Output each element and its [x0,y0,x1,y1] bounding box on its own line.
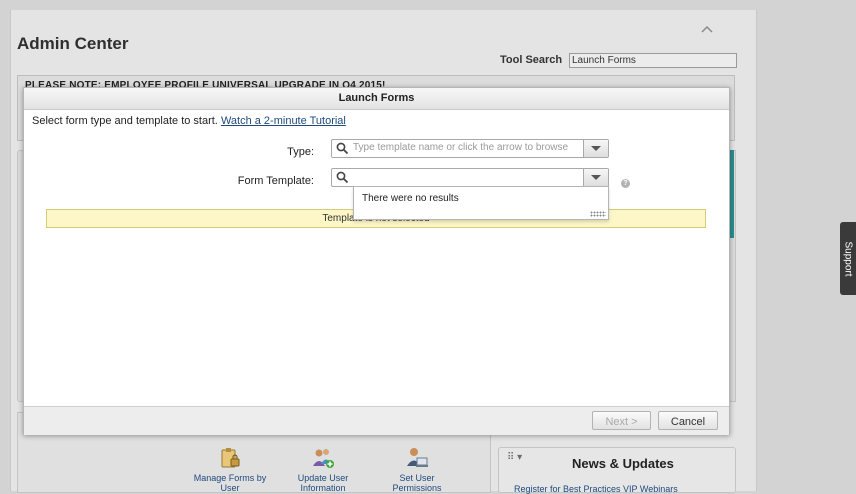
quick-action-label: Manage Forms by User [193,473,267,493]
dialog-footer: Next > Cancel [24,406,729,435]
user-computer-icon [407,448,428,467]
type-dropdown-arrow-icon[interactable] [583,140,608,157]
search-icon [336,171,349,184]
type-combobox[interactable]: Type template name or click the arrow to… [331,139,609,158]
resize-grip-icon[interactable] [590,211,606,217]
dialog-title: Launch Forms [24,88,729,110]
template-dropdown-arrow-icon[interactable] [583,169,608,186]
quick-action-update-user[interactable]: Update User Information [280,446,366,493]
chevron-up-icon[interactable] [700,22,714,36]
launch-forms-dialog: Launch Forms Select form type and templa… [23,87,730,435]
tool-search-label: Tool Search [500,54,563,66]
type-placeholder: Type template name or click the arrow to… [353,142,569,153]
clipboard-lock-icon [221,448,240,468]
news-title: News & Updates [572,456,674,471]
quick-action-label: Update User Information [297,473,349,493]
quick-action-set-permissions[interactable]: Set User Permissions [374,446,460,493]
no-results-message: There were no results [362,193,459,204]
users-add-icon [313,449,334,468]
quick-action-label: Set User Permissions [392,473,442,493]
tool-search-input[interactable] [569,53,737,68]
type-label: Type: [287,146,314,158]
search-icon [336,142,349,155]
cancel-button[interactable]: Cancel [658,411,718,430]
page-title: Admin Center [17,34,129,53]
news-link[interactable]: Register for Best Practices VIP Webinars [514,484,678,494]
form-template-combobox[interactable] [331,168,609,187]
tutorial-link[interactable]: Watch a 2-minute Tutorial [221,115,346,127]
help-icon[interactable]: ? [621,179,630,188]
support-tab-label: Support [842,240,854,277]
quick-action-manage-forms[interactable]: Manage Forms by User [187,446,273,493]
dialog-intro: Select form type and template to start. … [32,115,346,127]
next-button[interactable]: Next > [592,411,651,430]
form-template-label: Form Template: [237,175,314,187]
support-tab[interactable]: Support [840,222,856,295]
drag-handle-icon[interactable]: ⠿ ▾ [507,452,522,463]
intro-text: Select form type and template to start. [32,115,218,127]
template-dropdown-list[interactable]: There were no results [353,186,609,220]
